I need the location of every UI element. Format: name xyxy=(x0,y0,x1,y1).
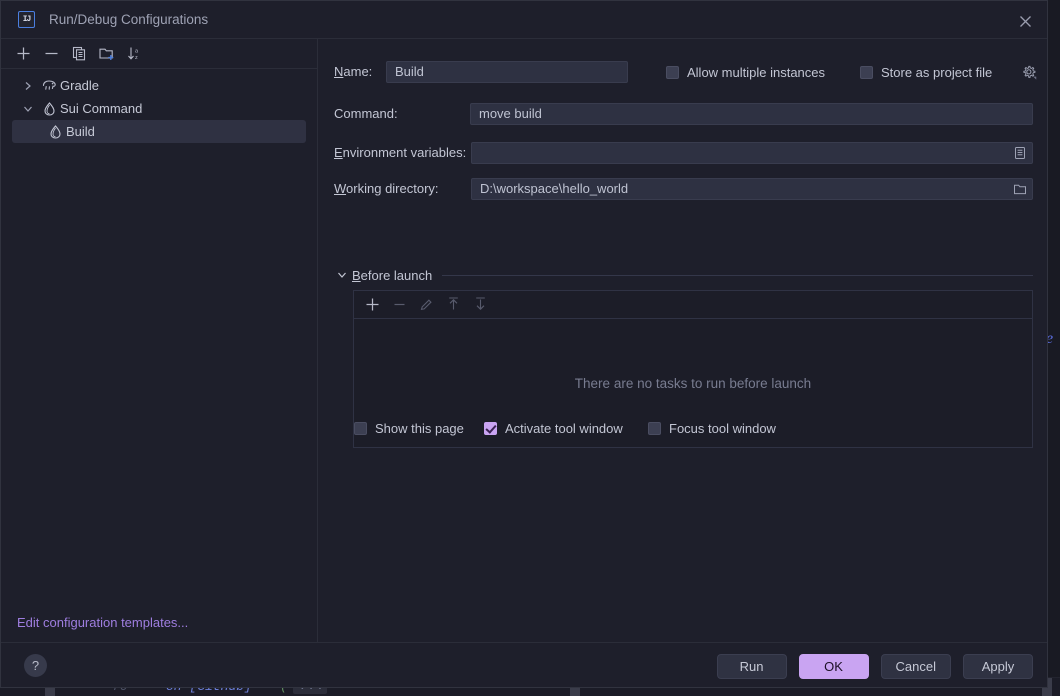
intellij-idea-icon: IJ xyxy=(18,11,35,28)
copy-configuration-button[interactable] xyxy=(67,43,91,65)
remove-configuration-button[interactable] xyxy=(39,43,63,65)
command-input[interactable]: move build xyxy=(470,103,1033,125)
new-folder-button[interactable] xyxy=(95,43,119,65)
checkbox-label: Store as project file xyxy=(881,64,993,80)
apply-button[interactable]: Apply xyxy=(963,654,1033,679)
activate-tool-window-checkbox[interactable]: Activate tool window xyxy=(484,419,623,437)
configuration-editor-panel: Name: Build Allow multiple instances Sto… xyxy=(318,39,1047,642)
name-label: Name: xyxy=(334,61,372,83)
name-label-rest: ame: xyxy=(343,64,373,79)
checkbox-box xyxy=(860,65,873,79)
dialog-button-row: Run OK Cancel Apply xyxy=(716,654,1033,679)
help-button[interactable]: ? xyxy=(24,654,47,677)
add-task-button[interactable] xyxy=(360,294,384,316)
command-label-text: Command: xyxy=(334,106,398,121)
workdir-label-mnemonic: W xyxy=(334,181,347,196)
before-launch-title-rest: efore launch xyxy=(360,267,433,283)
workdir-label-rest: orking directory: xyxy=(346,181,439,196)
svg-text:a: a xyxy=(135,49,139,55)
sui-drop-icon xyxy=(39,101,59,116)
chevron-down-icon[interactable] xyxy=(334,270,350,280)
before-launch-header: Before launch xyxy=(334,264,1033,286)
checkbox-box xyxy=(354,421,367,435)
cancel-button[interactable]: Cancel xyxy=(880,654,951,679)
checkbox-label: Activate tool window xyxy=(505,420,623,436)
editor-edge-glyph: e xyxy=(1046,330,1054,347)
name-input[interactable]: Build xyxy=(386,61,628,83)
svg-text:z: z xyxy=(135,55,138,61)
configurations-toolbar: a z xyxy=(1,39,317,69)
tree-node-label: Build xyxy=(66,124,95,139)
ok-button[interactable]: OK xyxy=(798,654,869,679)
env-label-rest: nvironment variables: xyxy=(342,145,467,160)
tree-node-gradle[interactable]: Gradle xyxy=(1,74,317,97)
show-this-page-checkbox[interactable]: Show this page xyxy=(354,419,464,437)
focus-tool-window-checkbox[interactable]: Focus tool window xyxy=(648,419,776,437)
dialog-body: a z Gradle Sui Command Build Edit config… xyxy=(1,39,1047,642)
name-label-mnemonic: N xyxy=(334,64,344,79)
before-launch-mnemonic: B xyxy=(352,267,361,283)
configurations-panel: a z Gradle Sui Command Build Edit config… xyxy=(1,39,318,642)
working-directory-label: Working directory: xyxy=(334,178,439,200)
tree-node-label: Gradle xyxy=(60,78,100,93)
configuration-form: Name: Build Allow multiple instances Sto… xyxy=(318,39,1047,642)
store-as-project-file-checkbox[interactable]: Store as project file xyxy=(860,63,992,81)
sort-configurations-button[interactable]: a z xyxy=(123,43,147,65)
dialog-title: Run/Debug Configurations xyxy=(49,12,209,27)
list-editor-icon[interactable] xyxy=(1009,142,1031,164)
edit-task-button xyxy=(414,294,438,316)
command-label: Command: xyxy=(334,103,398,125)
dialog-title-bar: IJ Run/Debug Configurations xyxy=(1,1,1047,39)
checkbox-label: Show this page xyxy=(375,420,464,436)
checkbox-box xyxy=(484,421,497,435)
remove-task-button xyxy=(387,294,411,316)
configurations-tree: Gradle Sui Command Build xyxy=(1,69,317,143)
before-launch-toolbar xyxy=(354,291,1032,319)
dialog-footer: ? Run OK Cancel Apply xyxy=(1,642,1047,688)
checkbox-box xyxy=(666,65,679,79)
checkbox-label: Focus tool window xyxy=(669,420,776,436)
chevron-right-icon[interactable] xyxy=(17,81,39,91)
close-icon[interactable] xyxy=(1013,9,1037,33)
allow-multiple-instances-checkbox[interactable]: Allow multiple instances xyxy=(666,63,825,81)
before-launch-rule xyxy=(442,274,1033,276)
env-label-mnemonic: E xyxy=(334,145,343,160)
move-task-up-button xyxy=(441,294,465,316)
before-launch-title[interactable]: Before launch xyxy=(352,268,432,283)
environment-variables-label: Environment variables: xyxy=(334,142,466,164)
move-task-down-button xyxy=(468,294,492,316)
environment-variables-input[interactable] xyxy=(471,142,1033,164)
sui-drop-icon xyxy=(45,124,65,139)
working-directory-input[interactable]: D:\workspace\hello_world xyxy=(471,178,1033,200)
chevron-down-icon[interactable] xyxy=(17,104,39,114)
run-debug-configurations-dialog: IJ Run/Debug Configurations a z Gradle S… xyxy=(0,0,1048,688)
tree-node-build[interactable]: Build xyxy=(12,120,306,143)
tree-node-sui-command[interactable]: Sui Command xyxy=(1,97,317,120)
tree-node-label: Sui Command xyxy=(60,101,143,116)
edit-configuration-templates-link[interactable]: Edit configuration templates... xyxy=(17,615,188,630)
checkbox-box xyxy=(648,421,661,435)
checkbox-label: Allow multiple instances xyxy=(687,64,826,80)
add-configuration-button[interactable] xyxy=(11,43,35,65)
run-button[interactable]: Run xyxy=(716,654,787,679)
gear-dropdown-icon[interactable] xyxy=(1018,61,1040,83)
folder-icon[interactable] xyxy=(1009,178,1031,200)
gradle-elephant-icon xyxy=(39,79,59,92)
